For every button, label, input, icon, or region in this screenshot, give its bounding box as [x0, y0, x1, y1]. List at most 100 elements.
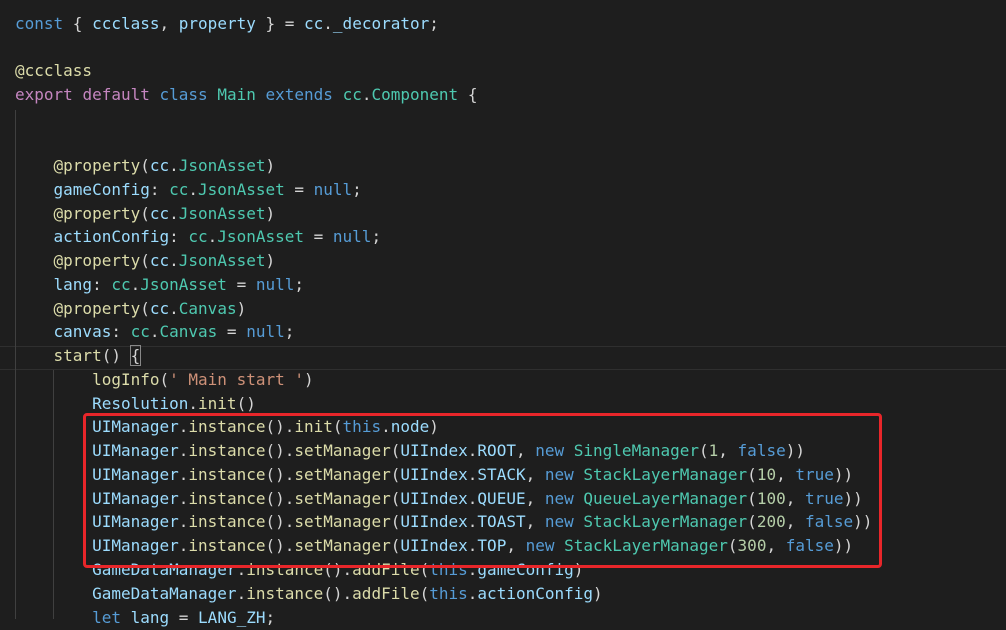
code-token: _decorator	[332, 14, 430, 33]
code-line[interactable]: logInfo(' Main start ')	[15, 368, 314, 392]
code-token: Main	[217, 85, 256, 104]
code-token: (	[140, 204, 150, 223]
code-token: JsonAsset	[198, 180, 285, 199]
code-token: =	[284, 180, 314, 199]
code-line[interactable]: let lang = LANG_ZH;	[15, 606, 275, 630]
code-token: .	[188, 180, 199, 199]
code-token: } =	[255, 14, 305, 33]
code-token: JsonAsset	[178, 156, 266, 175]
code-line[interactable]: @property(cc.JsonAsset)	[15, 154, 276, 178]
code-token: addFile	[352, 584, 420, 603]
code-token: gameConfig	[53, 180, 150, 199]
code-token: @property	[53, 156, 141, 175]
code-token: lang	[130, 608, 170, 627]
code-token: .	[169, 156, 179, 175]
code-token: (	[140, 156, 150, 175]
code-token: )	[304, 370, 314, 389]
code-token: {	[129, 345, 142, 366]
code-token: .	[169, 204, 179, 223]
code-line[interactable]: lang: cc.JsonAsset = null;	[15, 273, 304, 297]
code-token: @property	[53, 251, 141, 270]
code-token: @property	[53, 204, 141, 223]
code-token: Component	[371, 85, 459, 104]
code-line[interactable]: GameDataManager.instance().addFile(this.…	[15, 582, 603, 606]
code-token: JsonAsset	[217, 227, 304, 246]
code-token: let	[92, 608, 121, 627]
highlight-annotation-box	[83, 413, 882, 568]
code-token: property	[178, 14, 256, 33]
code-token: {	[458, 85, 478, 104]
code-line[interactable]: @property(cc.JsonAsset)	[15, 202, 276, 226]
code-token: ;	[265, 608, 276, 627]
code-line[interactable]: canvas: cc.Canvas = null;	[15, 320, 295, 344]
code-token: )	[265, 251, 276, 270]
code-token: )	[265, 204, 276, 223]
code-line[interactable]: @property(cc.JsonAsset)	[15, 249, 276, 273]
code-token: .	[207, 227, 218, 246]
code-token: cc	[304, 14, 324, 33]
code-token: GameDataManager	[92, 584, 237, 603]
code-token: :	[92, 275, 112, 294]
code-token: JsonAsset	[140, 275, 227, 294]
code-line[interactable]: const { ccclass, property } = cc._decora…	[15, 12, 439, 36]
code-token: Resolution	[92, 394, 189, 413]
code-token: =	[217, 322, 247, 341]
code-token: =	[304, 227, 333, 246]
code-token: cc	[111, 275, 131, 294]
code-editor[interactable]: const { ccclass, property } = cc._decora…	[0, 0, 1006, 627]
code-token: .	[467, 584, 478, 603]
code-line[interactable]: @property(cc.Canvas)	[15, 297, 247, 321]
code-token: :	[149, 180, 170, 199]
code-token: {	[63, 14, 93, 33]
code-token: .	[169, 299, 179, 318]
code-token: ' Main start '	[169, 370, 304, 389]
code-token: ccclass	[92, 14, 160, 33]
code-token: canvas	[53, 322, 112, 341]
code-token: this	[429, 584, 468, 603]
code-token: (	[140, 299, 150, 318]
code-line[interactable]: @ccclass	[15, 59, 92, 83]
code-token: cc	[188, 227, 208, 246]
code-token: @property	[53, 299, 141, 318]
code-token: ;	[371, 227, 382, 246]
code-token: ().	[323, 584, 353, 603]
code-token: (	[159, 370, 170, 389]
code-token: cc	[130, 322, 150, 341]
code-token: ;	[294, 275, 305, 294]
code-token: default	[82, 85, 150, 104]
code-token: @ccclass	[15, 61, 93, 80]
code-token: cc	[342, 85, 362, 104]
code-token: export	[15, 85, 73, 104]
code-line[interactable]: start() {	[15, 344, 142, 368]
code-line[interactable]: gameConfig: cc.JsonAsset = null;	[15, 178, 362, 202]
code-line[interactable]: actionConfig: cc.JsonAsset = null;	[15, 225, 382, 249]
code-token: actionConfig	[53, 227, 170, 246]
code-line[interactable]: export default class Main extends cc.Com…	[15, 83, 477, 107]
code-token: )	[236, 299, 247, 318]
code-token: extends	[265, 85, 333, 104]
code-token: JsonAsset	[178, 251, 266, 270]
code-token: .	[149, 322, 160, 341]
code-token: .	[188, 394, 199, 413]
code-token: )	[593, 584, 603, 603]
code-token: .	[130, 275, 141, 294]
